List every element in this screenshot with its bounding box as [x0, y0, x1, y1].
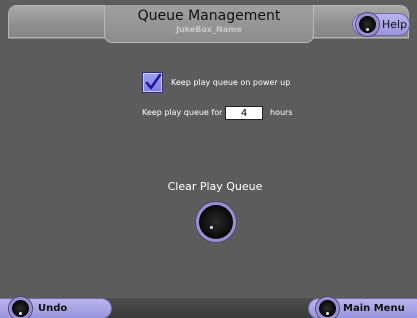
- keep-on-powerup-label: Keep play queue on power up: [171, 78, 291, 87]
- queue-management-screen: Queue Management JukeBox_Name Help Keep …: [0, 0, 417, 318]
- knob-icon[interactable]: [316, 297, 339, 318]
- knob-indicator: [210, 226, 213, 229]
- page-title: Queue Management: [137, 8, 281, 24]
- knob-icon[interactable]: [9, 297, 32, 318]
- help-label[interactable]: Help: [382, 18, 407, 31]
- knob-indicator: [366, 28, 369, 31]
- clear-play-queue-button[interactable]: [196, 202, 236, 242]
- main-menu-label[interactable]: Main Menu: [343, 303, 405, 315]
- keep-for-prefix-label: Keep play queue for: [142, 108, 223, 117]
- checkmark-icon: [145, 73, 162, 90]
- knob-icon[interactable]: [356, 13, 379, 36]
- hours-input[interactable]: [225, 106, 263, 120]
- clear-play-queue-label: Clear Play Queue: [167, 180, 263, 193]
- undo-label[interactable]: Undo: [38, 303, 67, 315]
- keep-for-suffix-label: hours: [270, 108, 293, 117]
- knob-indicator: [326, 312, 329, 315]
- jukebox-name: JukeBox_Name: [176, 25, 242, 34]
- keep-on-powerup-checkbox[interactable]: [142, 72, 163, 93]
- knob-indicator: [19, 312, 22, 315]
